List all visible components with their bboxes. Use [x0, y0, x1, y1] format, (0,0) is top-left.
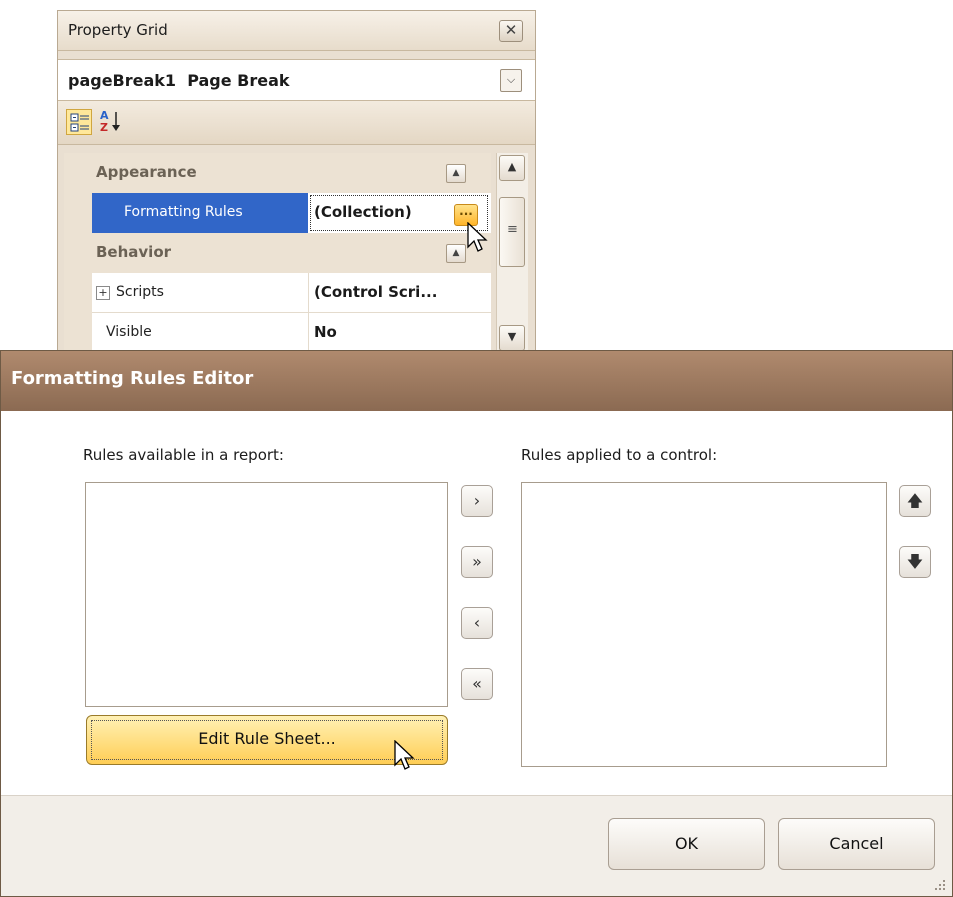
cancel-button[interactable]: Cancel — [778, 818, 935, 870]
dialog-titlebar: Formatting Rules Editor — [1, 351, 952, 411]
resize-grip-icon[interactable] — [931, 876, 947, 892]
property-name: Scripts — [116, 284, 164, 300]
expand-icon[interactable]: + — [96, 286, 110, 300]
scroll-thumb[interactable]: ≡ — [499, 197, 525, 267]
remove-all-rules-button[interactable]: « — [461, 668, 493, 700]
close-icon[interactable]: ✕ — [499, 20, 523, 42]
property-grid-titlebar: Property Grid ✕ — [58, 11, 535, 51]
property-row-scripts[interactable]: + Scripts (Control Scri... — [92, 273, 491, 313]
category-label: Appearance — [96, 163, 197, 181]
category-label: Behavior — [96, 243, 172, 261]
property-value-cell[interactable]: (Collection) ··· — [310, 195, 488, 231]
property-grid-title: Property Grid — [68, 21, 168, 39]
property-grid-toolbar: A Z — [58, 101, 535, 145]
categorized-view-icon[interactable] — [66, 109, 92, 135]
grip-icon: ≡ — [507, 222, 518, 237]
sort-az-icon[interactable]: A Z — [98, 107, 124, 135]
formatting-rules-editor-dialog: Formatting Rules Editor Rules available … — [0, 350, 953, 897]
dialog-footer: OK Cancel — [1, 796, 952, 896]
scroll-down-icon[interactable]: ▼ — [499, 325, 525, 351]
property-value: (Control Scri... — [314, 283, 438, 301]
object-name: pageBreak1 — [68, 71, 177, 90]
category-behavior[interactable]: Behavior ▲ — [64, 233, 491, 273]
available-rules-label: Rules available in a report: — [83, 446, 284, 464]
ellipsis-button[interactable]: ··· — [454, 204, 478, 226]
move-down-button[interactable]: 🡇 — [899, 546, 931, 578]
column-divider — [308, 313, 309, 353]
applied-rules-list[interactable] — [521, 482, 887, 767]
scroll-up-icon[interactable]: ▲ — [499, 155, 525, 181]
property-value: No — [314, 323, 337, 341]
property-grid-panel: Property Grid ✕ pageBreak1 Page Break ⌵ … — [57, 10, 536, 360]
property-row-visible[interactable]: Visible No — [92, 313, 491, 353]
chevron-up-icon[interactable]: ▲ — [446, 164, 466, 183]
property-row-formatting-rules[interactable]: Formatting Rules (Collection) ··· — [92, 193, 491, 233]
move-up-button[interactable]: 🡅 — [899, 485, 931, 517]
object-selector-label: pageBreak1 Page Break — [68, 71, 290, 90]
column-divider — [308, 273, 309, 313]
property-name: Formatting Rules — [124, 204, 243, 220]
property-value: (Collection) — [314, 203, 412, 221]
property-grid-rows: Appearance ▲ Formatting Rules (Collectio… — [64, 153, 491, 353]
focus-rectangle — [91, 720, 443, 760]
category-appearance[interactable]: Appearance ▲ — [64, 153, 491, 193]
available-rules-list[interactable] — [85, 482, 448, 707]
svg-text:Z: Z — [100, 121, 108, 134]
dialog-title: Formatting Rules Editor — [11, 368, 254, 389]
edit-rule-sheet-button[interactable]: Edit Rule Sheet... — [86, 715, 448, 765]
object-selector[interactable]: pageBreak1 Page Break ⌵ — [58, 59, 535, 101]
object-type: Page Break — [187, 71, 290, 90]
add-rule-button[interactable]: › — [461, 485, 493, 517]
property-name: Visible — [106, 324, 152, 340]
selected-name-cell: Formatting Rules — [92, 193, 308, 233]
chevron-down-icon[interactable]: ⌵ — [500, 69, 522, 92]
applied-rules-label: Rules applied to a control: — [521, 446, 718, 464]
chevron-up-icon[interactable]: ▲ — [446, 244, 466, 263]
ok-button[interactable]: OK — [608, 818, 765, 870]
remove-rule-button[interactable]: ‹ — [461, 607, 493, 639]
vertical-scrollbar[interactable]: ▲ ≡ ▼ — [496, 153, 528, 355]
add-all-rules-button[interactable]: » — [461, 546, 493, 578]
